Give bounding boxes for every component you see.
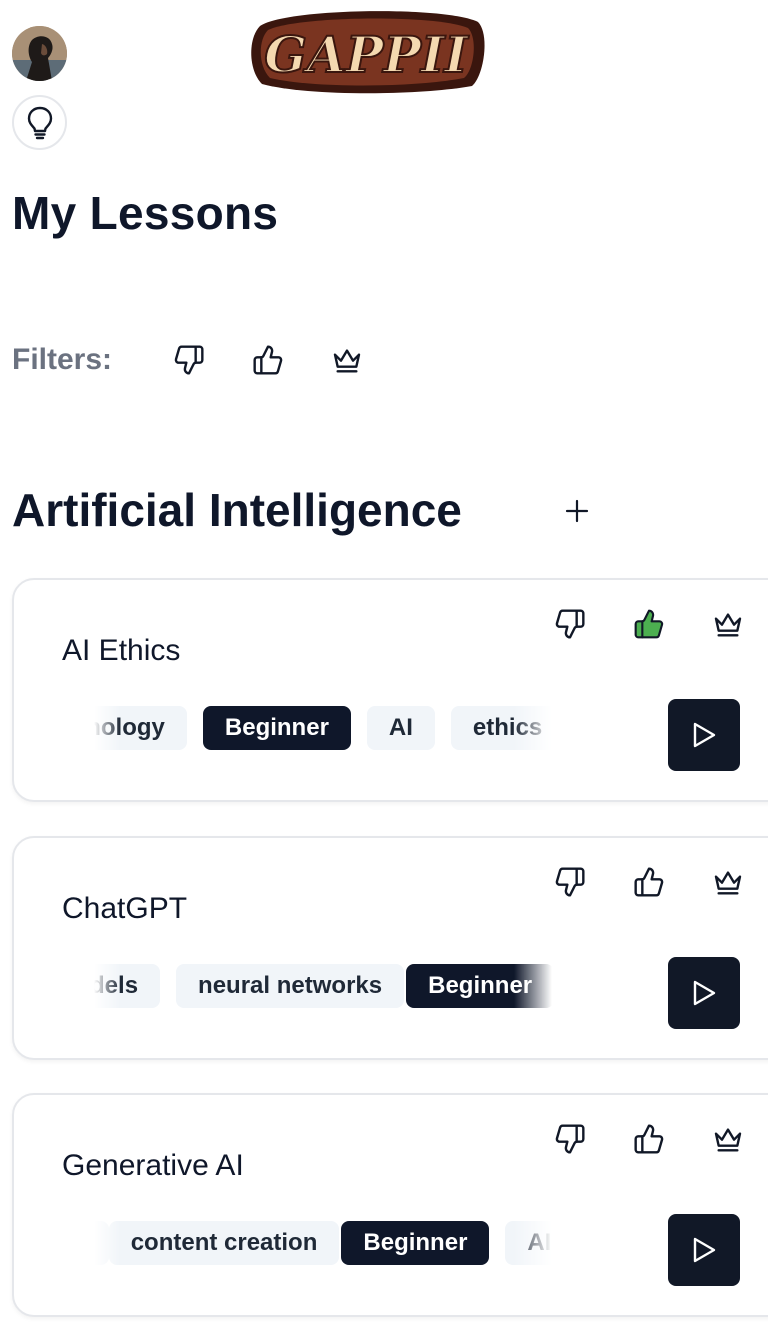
thumbs-down-icon — [555, 609, 585, 639]
crown-icon — [714, 871, 742, 895]
filter-thumbs-down-button[interactable] — [171, 340, 207, 380]
tag-level: Beginner — [202, 706, 351, 750]
like-button[interactable] — [629, 1119, 669, 1159]
add-lesson-button[interactable] — [558, 490, 596, 532]
favorite-button[interactable] — [708, 604, 748, 644]
tag: ethics — [450, 706, 552, 750]
tag: art — [94, 1221, 109, 1265]
lesson-card[interactable]: AI Ethics Technology Beginner AI ethics … — [12, 578, 768, 802]
play-button[interactable] — [668, 1214, 740, 1286]
play-button[interactable] — [668, 957, 740, 1029]
like-button[interactable] — [629, 862, 669, 902]
favorite-button[interactable] — [708, 1119, 748, 1159]
lesson-card[interactable]: ChatGPT language models neural networks … — [12, 836, 768, 1060]
page-title: My Lessons — [12, 187, 279, 239]
filter-thumbs-up-button[interactable] — [250, 340, 286, 380]
lightbulb-icon — [27, 106, 52, 139]
tag-carousel[interactable]: Technology Beginner AI ethics responsibi… — [94, 706, 552, 752]
favorite-button[interactable] — [708, 862, 748, 902]
tag: language models — [94, 964, 161, 1008]
filter-crown-button[interactable] — [329, 340, 365, 380]
tag-level: Beginner — [341, 1221, 490, 1265]
thumbs-down-icon — [555, 1124, 585, 1154]
thumbs-down-icon — [555, 867, 585, 897]
play-icon — [693, 1237, 716, 1263]
app-logo[interactable]: GAPPII — [246, 4, 486, 94]
lesson-title: AI Ethics — [62, 634, 181, 667]
section-title: Artificial Intelligence — [12, 484, 462, 536]
plus-icon — [565, 499, 589, 523]
tag: Technology — [94, 706, 187, 750]
dislike-button[interactable] — [550, 604, 590, 644]
lesson-card[interactable]: Generative AI art content creation Begin… — [12, 1093, 768, 1317]
tag: content creation — [108, 1221, 340, 1265]
crown-icon — [333, 349, 361, 373]
lesson-title: Generative AI — [62, 1149, 244, 1182]
play-icon — [693, 980, 716, 1006]
avatar[interactable] — [12, 26, 67, 81]
thumbs-down-icon — [174, 345, 204, 375]
thumbs-up-icon — [253, 345, 283, 375]
tag-carousel[interactable]: language models neural networks Beginner… — [94, 964, 552, 1010]
tag-level: Beginner — [406, 964, 552, 1008]
logo-text: GAPPII — [264, 25, 469, 84]
tag: neural networks — [176, 964, 405, 1008]
tag: AI — [366, 706, 435, 750]
like-button[interactable] — [629, 604, 669, 644]
avatar-photo — [12, 26, 67, 81]
dislike-button[interactable] — [550, 1119, 590, 1159]
crown-icon — [714, 613, 742, 637]
crown-icon — [714, 1128, 742, 1152]
play-icon — [693, 722, 716, 748]
play-button[interactable] — [668, 699, 740, 771]
tag: AI — [505, 1221, 552, 1265]
dislike-button[interactable] — [550, 862, 590, 902]
thumbs-up-icon — [634, 609, 664, 639]
thumbs-up-icon — [634, 867, 664, 897]
lesson-title: ChatGPT — [62, 892, 188, 925]
thumbs-up-icon — [634, 1124, 664, 1154]
tag-carousel[interactable]: art content creation Beginner AI creativ… — [94, 1221, 552, 1267]
idea-button[interactable] — [12, 95, 67, 150]
filters-label: Filters: — [12, 343, 113, 376]
